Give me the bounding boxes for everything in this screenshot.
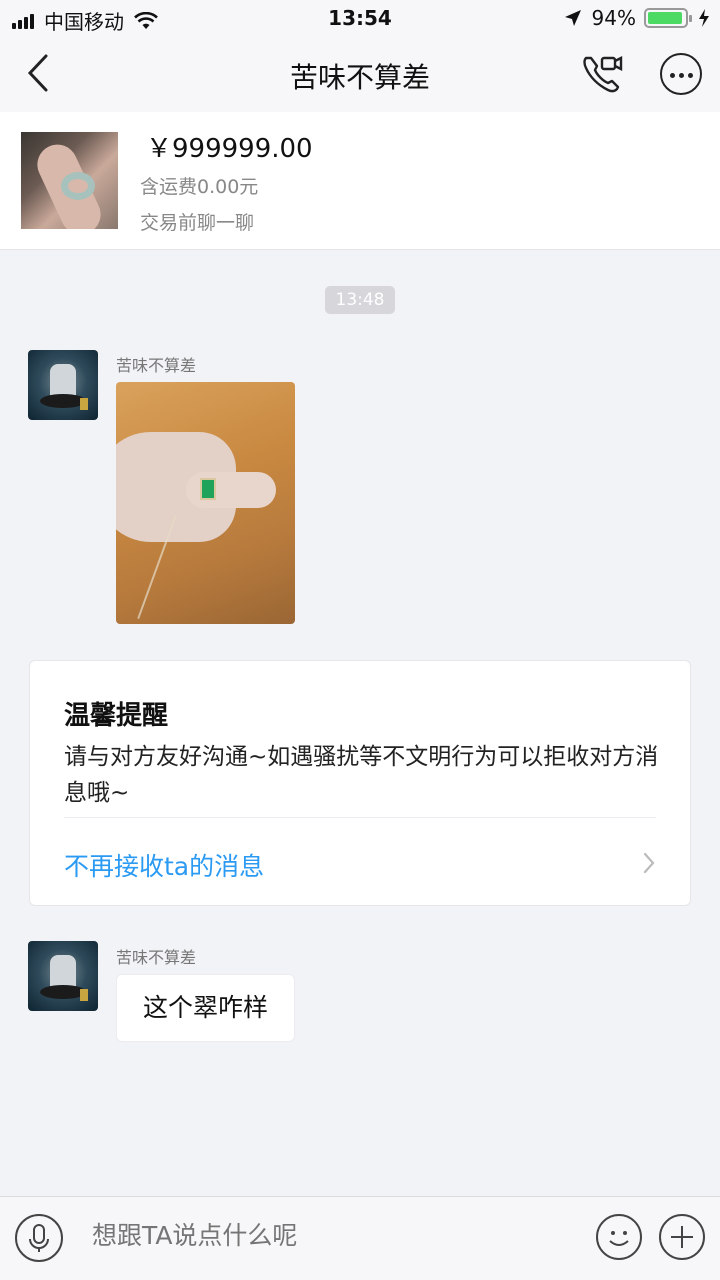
location-arrow-icon xyxy=(564,10,581,26)
more-dot-icon xyxy=(679,73,684,78)
charging-bolt-icon xyxy=(699,9,709,27)
chevron-right-icon[interactable] xyxy=(642,851,656,875)
nav-bar: 苦味不算差 xyxy=(0,36,720,112)
message-input[interactable] xyxy=(92,1221,552,1250)
more-dot-icon xyxy=(670,73,675,78)
text-message[interactable]: 这个翠咋样 xyxy=(116,974,295,1042)
avatar[interactable] xyxy=(28,350,98,420)
sender-name: 苦味不算差 xyxy=(116,356,197,375)
product-card[interactable]: ￥999999.00 含运费0.00元 交易前聊一聊 xyxy=(0,112,720,250)
divider xyxy=(64,817,656,818)
status-bar: 中国移动 13:54 94% xyxy=(0,0,720,36)
voice-button[interactable] xyxy=(15,1214,63,1262)
reminder-body: 请与对方友好沟通~如遇骚扰等不文明行为可以拒收对方消息哦~ xyxy=(64,744,659,806)
product-price: ￥999999.00 xyxy=(146,134,313,164)
product-image[interactable] xyxy=(21,132,118,229)
reminder-card: 温馨提醒 请与对方友好沟通~如遇骚扰等不文明行为可以拒收对方消息哦~ 不再接收t… xyxy=(29,660,691,906)
chat-timestamp: 13:48 xyxy=(325,286,395,314)
block-messages-link[interactable]: 不再接收ta的消息 xyxy=(64,847,264,883)
smiley-icon xyxy=(609,1231,629,1246)
reminder-title: 温馨提醒 xyxy=(64,701,169,731)
more-actions-button[interactable] xyxy=(659,1214,705,1260)
status-right: 94% xyxy=(564,6,710,30)
battery-fill xyxy=(648,12,682,24)
more-dot-icon xyxy=(688,73,693,78)
image-message[interactable] xyxy=(116,382,295,624)
call-button[interactable] xyxy=(580,52,624,96)
battery-percent: 94% xyxy=(591,6,636,30)
avatar[interactable] xyxy=(28,941,98,1011)
product-chat-hint: 交易前聊一聊 xyxy=(140,212,255,234)
product-shipping: 含运费0.00元 xyxy=(140,176,259,198)
plus-icon xyxy=(671,1226,693,1248)
microphone-icon xyxy=(29,1224,49,1252)
phone-video-icon xyxy=(583,56,623,93)
more-button[interactable] xyxy=(660,53,702,95)
battery-icon xyxy=(644,8,692,28)
sender-name: 苦味不算差 xyxy=(116,948,197,967)
input-bar xyxy=(0,1196,720,1280)
emoji-button[interactable] xyxy=(596,1214,642,1260)
